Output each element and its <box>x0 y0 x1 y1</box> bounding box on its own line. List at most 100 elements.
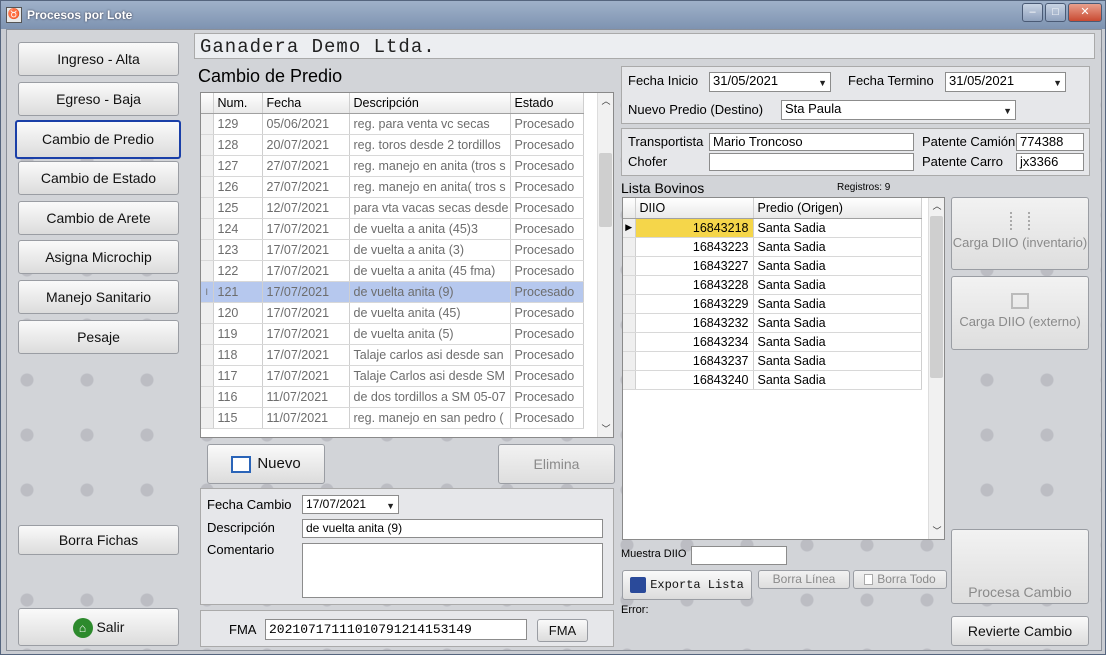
lots-cell[interactable]: Procesado <box>510 197 584 219</box>
lots-cell[interactable]: 122 <box>213 260 263 282</box>
scroll-down-icon[interactable]: ﹀ <box>929 523 944 539</box>
fecha-termino-field[interactable]: 31/05/2021 ▼ <box>945 72 1066 92</box>
row-indicator[interactable] <box>201 218 214 240</box>
col-predio-origen[interactable]: Predio (Origen) <box>753 198 922 219</box>
lots-cell[interactable]: 05/06/2021 <box>262 113 350 135</box>
borra-fichas-button[interactable]: Borra Fichas <box>18 525 179 555</box>
lots-cell[interactable]: reg. toros desde 2 tordillos <box>349 134 511 156</box>
lots-row[interactable]: 117 17/07/2021 Talaje Carlos asi desde SM P… <box>201 365 584 387</box>
lots-cell[interactable]: 11/07/2021 <box>262 386 350 408</box>
lots-cell[interactable]: 17/07/2021 <box>262 344 350 366</box>
patente-camion-field[interactable]: 774388 <box>1016 133 1084 151</box>
lots-cell[interactable]: 12/07/2021 <box>262 197 350 219</box>
lots-cell[interactable]: 128 <box>213 134 263 156</box>
fecha-inicio-field[interactable]: 31/05/2021 ▼ <box>709 72 831 92</box>
lots-cell[interactable]: 120 <box>213 302 263 324</box>
sidebar-item-pesaje[interactable]: Pesaje <box>18 320 179 354</box>
lots-cell[interactable]: reg. manejo en anita (tros s <box>349 155 511 177</box>
row-indicator[interactable] <box>623 237 636 257</box>
lots-cell[interactable]: Procesado <box>510 176 584 198</box>
lots-cell[interactable]: Procesado <box>510 407 584 429</box>
lots-cell[interactable]: Procesado <box>510 260 584 282</box>
row-indicator[interactable] <box>201 197 214 219</box>
sidebar-item-microchip[interactable]: Asigna Microchip <box>18 240 179 274</box>
bovinos-cell[interactable]: Santa Sadia <box>753 275 922 295</box>
lots-cell[interactable]: Procesado <box>510 386 584 408</box>
lots-row[interactable]: 124 17/07/2021 de vuelta a anita (45)3 Proc… <box>201 218 584 240</box>
lots-cell[interactable]: Procesado <box>510 113 584 135</box>
bovinos-cell[interactable]: 16843218 <box>635 218 754 238</box>
transportista-field[interactable]: Mario Troncoso <box>709 133 914 151</box>
bovinos-cell[interactable]: Santa Sadia <box>753 218 922 238</box>
col-diio[interactable]: DIIO <box>635 198 754 219</box>
lots-cell[interactable]: reg. manejo en anita( tros s <box>349 176 511 198</box>
row-indicator[interactable] <box>623 256 636 276</box>
lots-row[interactable]: 119 17/07/2021 de vuelta anita (5) Procesad… <box>201 323 584 345</box>
bovinos-cell[interactable]: Santa Sadia <box>753 237 922 257</box>
lots-row[interactable]: 126 27/07/2021 reg. manejo en anita( tros … <box>201 176 584 198</box>
patente-carro-field[interactable]: jx3366 <box>1016 153 1084 171</box>
salir-button[interactable]: ⌂ Salir <box>18 608 179 646</box>
bovinos-row[interactable]: 16843223 Santa Sadia <box>623 237 922 257</box>
lots-cell[interactable]: 127 <box>213 155 263 177</box>
lots-cell[interactable]: 125 <box>213 197 263 219</box>
bovinos-row[interactable]: ▶ 16843218 Santa Sadia <box>623 218 922 238</box>
comentario-field[interactable] <box>302 543 603 598</box>
row-indicator[interactable] <box>201 260 214 282</box>
lots-row[interactable]: 115 11/07/2021 reg. manejo en san pedro (P… <box>201 407 584 429</box>
lots-cell[interactable]: Procesado <box>510 155 584 177</box>
bovinos-row[interactable]: 16843228 Santa Sadia <box>623 275 922 295</box>
lots-cell[interactable]: Procesado <box>510 344 584 366</box>
lots-row[interactable]: 128 20/07/2021 reg. toros desde 2 tordillo… <box>201 134 584 156</box>
sidebar-item-cambio-estado[interactable]: Cambio de Estado <box>18 161 179 195</box>
lots-cell[interactable]: 116 <box>213 386 263 408</box>
sidebar-item-egreso[interactable]: Egreso - Baja <box>18 82 179 116</box>
bovinos-cell[interactable]: 16843237 <box>635 351 754 371</box>
lots-row[interactable]: 122 17/07/2021 de vuelta a anita (45 fma) P… <box>201 260 584 282</box>
lots-row[interactable]: I 121 17/07/2021 de vuelta anita (9) Procesa… <box>201 281 584 303</box>
bovinos-cell[interactable]: Santa Sadia <box>753 332 922 352</box>
row-indicator[interactable] <box>623 275 636 295</box>
borra-linea-button[interactable]: Borra Línea <box>758 570 850 589</box>
lots-cell[interactable]: 27/07/2021 <box>262 176 350 198</box>
lots-cell[interactable]: 27/07/2021 <box>262 155 350 177</box>
bovinos-cell[interactable]: 16843223 <box>635 237 754 257</box>
maximize-button[interactable]: □ <box>1045 3 1066 22</box>
row-indicator[interactable] <box>201 365 214 387</box>
bovinos-cell[interactable]: 16843229 <box>635 294 754 314</box>
lots-cell[interactable]: 121 <box>213 281 263 303</box>
row-indicator[interactable] <box>623 332 636 352</box>
fma-button[interactable]: FMA <box>537 619 588 642</box>
row-indicator[interactable]: I <box>201 281 214 303</box>
lots-cell[interactable]: Talaje Carlos asi desde SM <box>349 365 511 387</box>
elimina-button[interactable]: Elimina <box>498 444 615 484</box>
bovinos-row[interactable]: 16843237 Santa Sadia <box>623 351 922 371</box>
row-indicator[interactable] <box>201 113 214 135</box>
sidebar-item-ingreso[interactable]: Ingreso - Alta <box>18 42 179 76</box>
lots-cell[interactable]: Procesado <box>510 134 584 156</box>
bovinos-cell[interactable]: Santa Sadia <box>753 256 922 276</box>
bovinos-cell[interactable]: 16843228 <box>635 275 754 295</box>
lots-cell[interactable]: de vuelta anita (9) <box>349 281 511 303</box>
lots-row[interactable]: 118 17/07/2021 Talaje carlos asi desde san… <box>201 344 584 366</box>
lots-row[interactable]: 116 11/07/2021 de dos tordillos a SM 05-07… <box>201 386 584 408</box>
bovinos-row[interactable]: 16843240 Santa Sadia <box>623 370 922 390</box>
carga-externo-button[interactable]: Carga DIIO (externo) <box>951 276 1089 350</box>
sidebar-item-cambio-arete[interactable]: Cambio de Arete <box>18 201 179 235</box>
row-indicator[interactable] <box>201 176 214 198</box>
row-indicator[interactable]: ▶ <box>623 218 636 238</box>
lots-cell[interactable]: reg. para venta vc secas <box>349 113 511 135</box>
revierte-cambio-button[interactable]: Revierte Cambio <box>951 616 1089 646</box>
lots-cell[interactable]: 118 <box>213 344 263 366</box>
lots-cell[interactable]: 17/07/2021 <box>262 260 350 282</box>
fecha-cambio-field[interactable]: 17/07/2021 ▼ <box>302 495 399 514</box>
lots-cell[interactable]: Procesado <box>510 323 584 345</box>
nuevo-button[interactable]: Nuevo <box>207 444 325 484</box>
bovinos-cell[interactable]: 16843227 <box>635 256 754 276</box>
lots-cell[interactable]: 126 <box>213 176 263 198</box>
bovinos-row[interactable]: 16843227 Santa Sadia <box>623 256 922 276</box>
lots-cell[interactable]: 117 <box>213 365 263 387</box>
bovinos-cell[interactable]: Santa Sadia <box>753 294 922 314</box>
sidebar-item-manejo-sanitario[interactable]: Manejo Sanitario <box>18 280 179 314</box>
bovinos-cell[interactable]: Santa Sadia <box>753 370 922 390</box>
